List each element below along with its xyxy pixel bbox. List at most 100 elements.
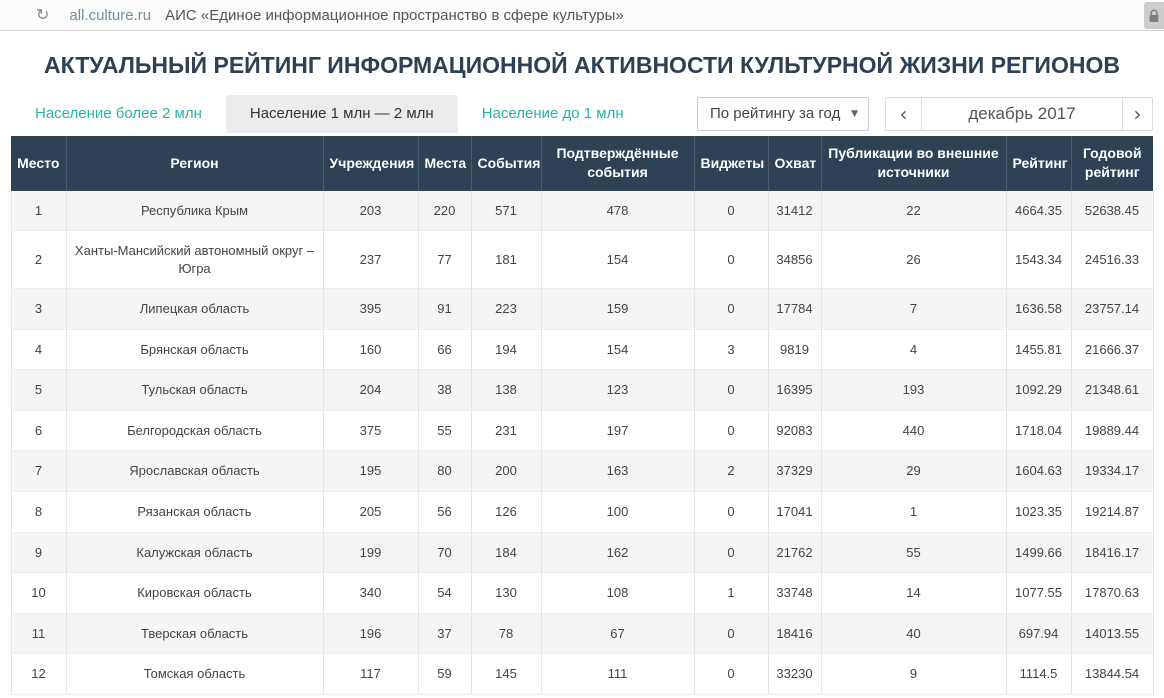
table-cell: 111 xyxy=(541,654,694,695)
region-cell: Белгородская область xyxy=(66,410,323,451)
column-header: Охват xyxy=(768,136,821,191)
table-cell: 1604.63 xyxy=(1006,451,1071,492)
browser-bar: ↻ all.culture.ru АИС «Единое информацион… xyxy=(0,0,1164,31)
table-cell: 160 xyxy=(323,329,418,370)
table-cell: 52638.45 xyxy=(1071,191,1153,231)
table-cell: 24516.33 xyxy=(1071,231,1153,289)
table-cell: 478 xyxy=(541,191,694,231)
table-cell: 130 xyxy=(471,573,541,614)
table-cell: 1023.35 xyxy=(1006,491,1071,532)
region-cell: Рязанская область xyxy=(66,491,323,532)
table-cell: 220 xyxy=(418,191,471,231)
prev-month-button[interactable]: ‹ xyxy=(886,98,922,130)
table-cell: 66 xyxy=(418,329,471,370)
table-cell: 3 xyxy=(11,289,66,330)
region-cell: Тульская область xyxy=(66,370,323,411)
table-cell: 37329 xyxy=(768,451,821,492)
table-cell: 21348.61 xyxy=(1071,370,1153,411)
table-cell: 340 xyxy=(323,573,418,614)
tab-population-1m-2m[interactable]: Население 1 млн — 2 млн xyxy=(226,95,458,133)
table-cell: 9 xyxy=(11,532,66,573)
column-header: Места xyxy=(418,136,471,191)
table-row: 10Кировская область340541301081337481410… xyxy=(11,573,1153,614)
table-cell: 55 xyxy=(821,532,1006,573)
table-cell: 0 xyxy=(694,231,768,289)
column-header: Рейтинг xyxy=(1006,136,1071,191)
table-cell: 1092.29 xyxy=(1006,370,1071,411)
table-cell: 38 xyxy=(418,370,471,411)
table-cell: 138 xyxy=(471,370,541,411)
table-cell: 7 xyxy=(821,289,1006,330)
table-cell: 1077.55 xyxy=(1006,573,1071,614)
table-cell: 34856 xyxy=(768,231,821,289)
column-header: Учреждения xyxy=(323,136,418,191)
table-cell: 123 xyxy=(541,370,694,411)
table-row: 2Ханты-Мансийский автономный округ – Югр… xyxy=(11,231,1153,289)
current-month-label[interactable]: декабрь 2017 xyxy=(922,98,1122,130)
table-cell: 0 xyxy=(694,532,768,573)
table-cell: 1 xyxy=(11,191,66,231)
table-cell: 395 xyxy=(323,289,418,330)
table-row: 6Белгородская область3755523119709208344… xyxy=(11,410,1153,451)
table-cell: 92083 xyxy=(768,410,821,451)
table-cell: 33230 xyxy=(768,654,821,695)
table-cell: 33748 xyxy=(768,573,821,614)
next-month-button[interactable]: › xyxy=(1122,98,1152,130)
caret-down-icon: ▼ xyxy=(851,109,858,119)
region-cell: Кировская область xyxy=(66,573,323,614)
region-cell: Республика Крым xyxy=(66,191,323,231)
table-cell: 8 xyxy=(11,491,66,532)
table-cell: 184 xyxy=(471,532,541,573)
table-cell: 181 xyxy=(471,231,541,289)
table-cell: 40 xyxy=(821,613,1006,654)
lock-glyph xyxy=(1148,9,1160,23)
table-cell: 56 xyxy=(418,491,471,532)
table-cell: 19214.87 xyxy=(1071,491,1153,532)
table-cell: 4 xyxy=(821,329,1006,370)
table-row: 5Тульская область20438138123016395193109… xyxy=(11,370,1153,411)
column-header: Годовой рейтинг xyxy=(1071,136,1153,191)
tab-population-under-1m[interactable]: Население до 1 млн xyxy=(458,95,648,133)
table-cell: 18416.17 xyxy=(1071,532,1153,573)
table-cell: 6 xyxy=(11,410,66,451)
table-cell: 0 xyxy=(694,410,768,451)
sort-select[interactable]: По рейтингу за год ▼ xyxy=(697,97,869,131)
table-cell: 1 xyxy=(694,573,768,614)
table-cell: 193 xyxy=(821,370,1006,411)
table-cell: 3 xyxy=(694,329,768,370)
table-cell: 2 xyxy=(11,231,66,289)
column-header: Место xyxy=(11,136,66,191)
table-cell: 13844.54 xyxy=(1071,654,1153,695)
table-cell: 12 xyxy=(11,654,66,695)
table-cell: 154 xyxy=(541,231,694,289)
region-cell: Липецкая область xyxy=(66,289,323,330)
table-row: 1Республика Крым203220571478031412224664… xyxy=(11,191,1153,231)
table-cell: 11 xyxy=(11,613,66,654)
table-cell: 0 xyxy=(694,289,768,330)
table-row: 7Ярославская область19580200163237329291… xyxy=(11,451,1153,492)
table-cell: 5 xyxy=(11,370,66,411)
region-cell: Томская область xyxy=(66,654,323,695)
table-cell: 16395 xyxy=(768,370,821,411)
table-cell: 2 xyxy=(694,451,768,492)
column-header: События xyxy=(471,136,541,191)
table-cell: 80 xyxy=(418,451,471,492)
column-header: Подтверждённые события xyxy=(541,136,694,191)
url-text[interactable]: all.culture.ru xyxy=(69,7,151,24)
table-cell: 375 xyxy=(323,410,418,451)
column-header: Виджеты xyxy=(694,136,768,191)
lock-icon[interactable] xyxy=(1144,2,1164,29)
table-cell: 237 xyxy=(323,231,418,289)
table-body: 1Республика Крым203220571478031412224664… xyxy=(11,191,1153,695)
column-header: Регион xyxy=(66,136,323,191)
table-cell: 100 xyxy=(541,491,694,532)
tab-population-over-2m[interactable]: Население более 2 млн xyxy=(11,95,226,133)
table-cell: 9819 xyxy=(768,329,821,370)
reload-icon[interactable]: ↻ xyxy=(36,7,49,23)
table-cell: 195 xyxy=(323,451,418,492)
table-cell: 67 xyxy=(541,613,694,654)
table-cell: 0 xyxy=(694,654,768,695)
region-cell: Ярославская область xyxy=(66,451,323,492)
table-cell: 163 xyxy=(541,451,694,492)
date-navigator: ‹ декабрь 2017 › xyxy=(885,97,1153,131)
